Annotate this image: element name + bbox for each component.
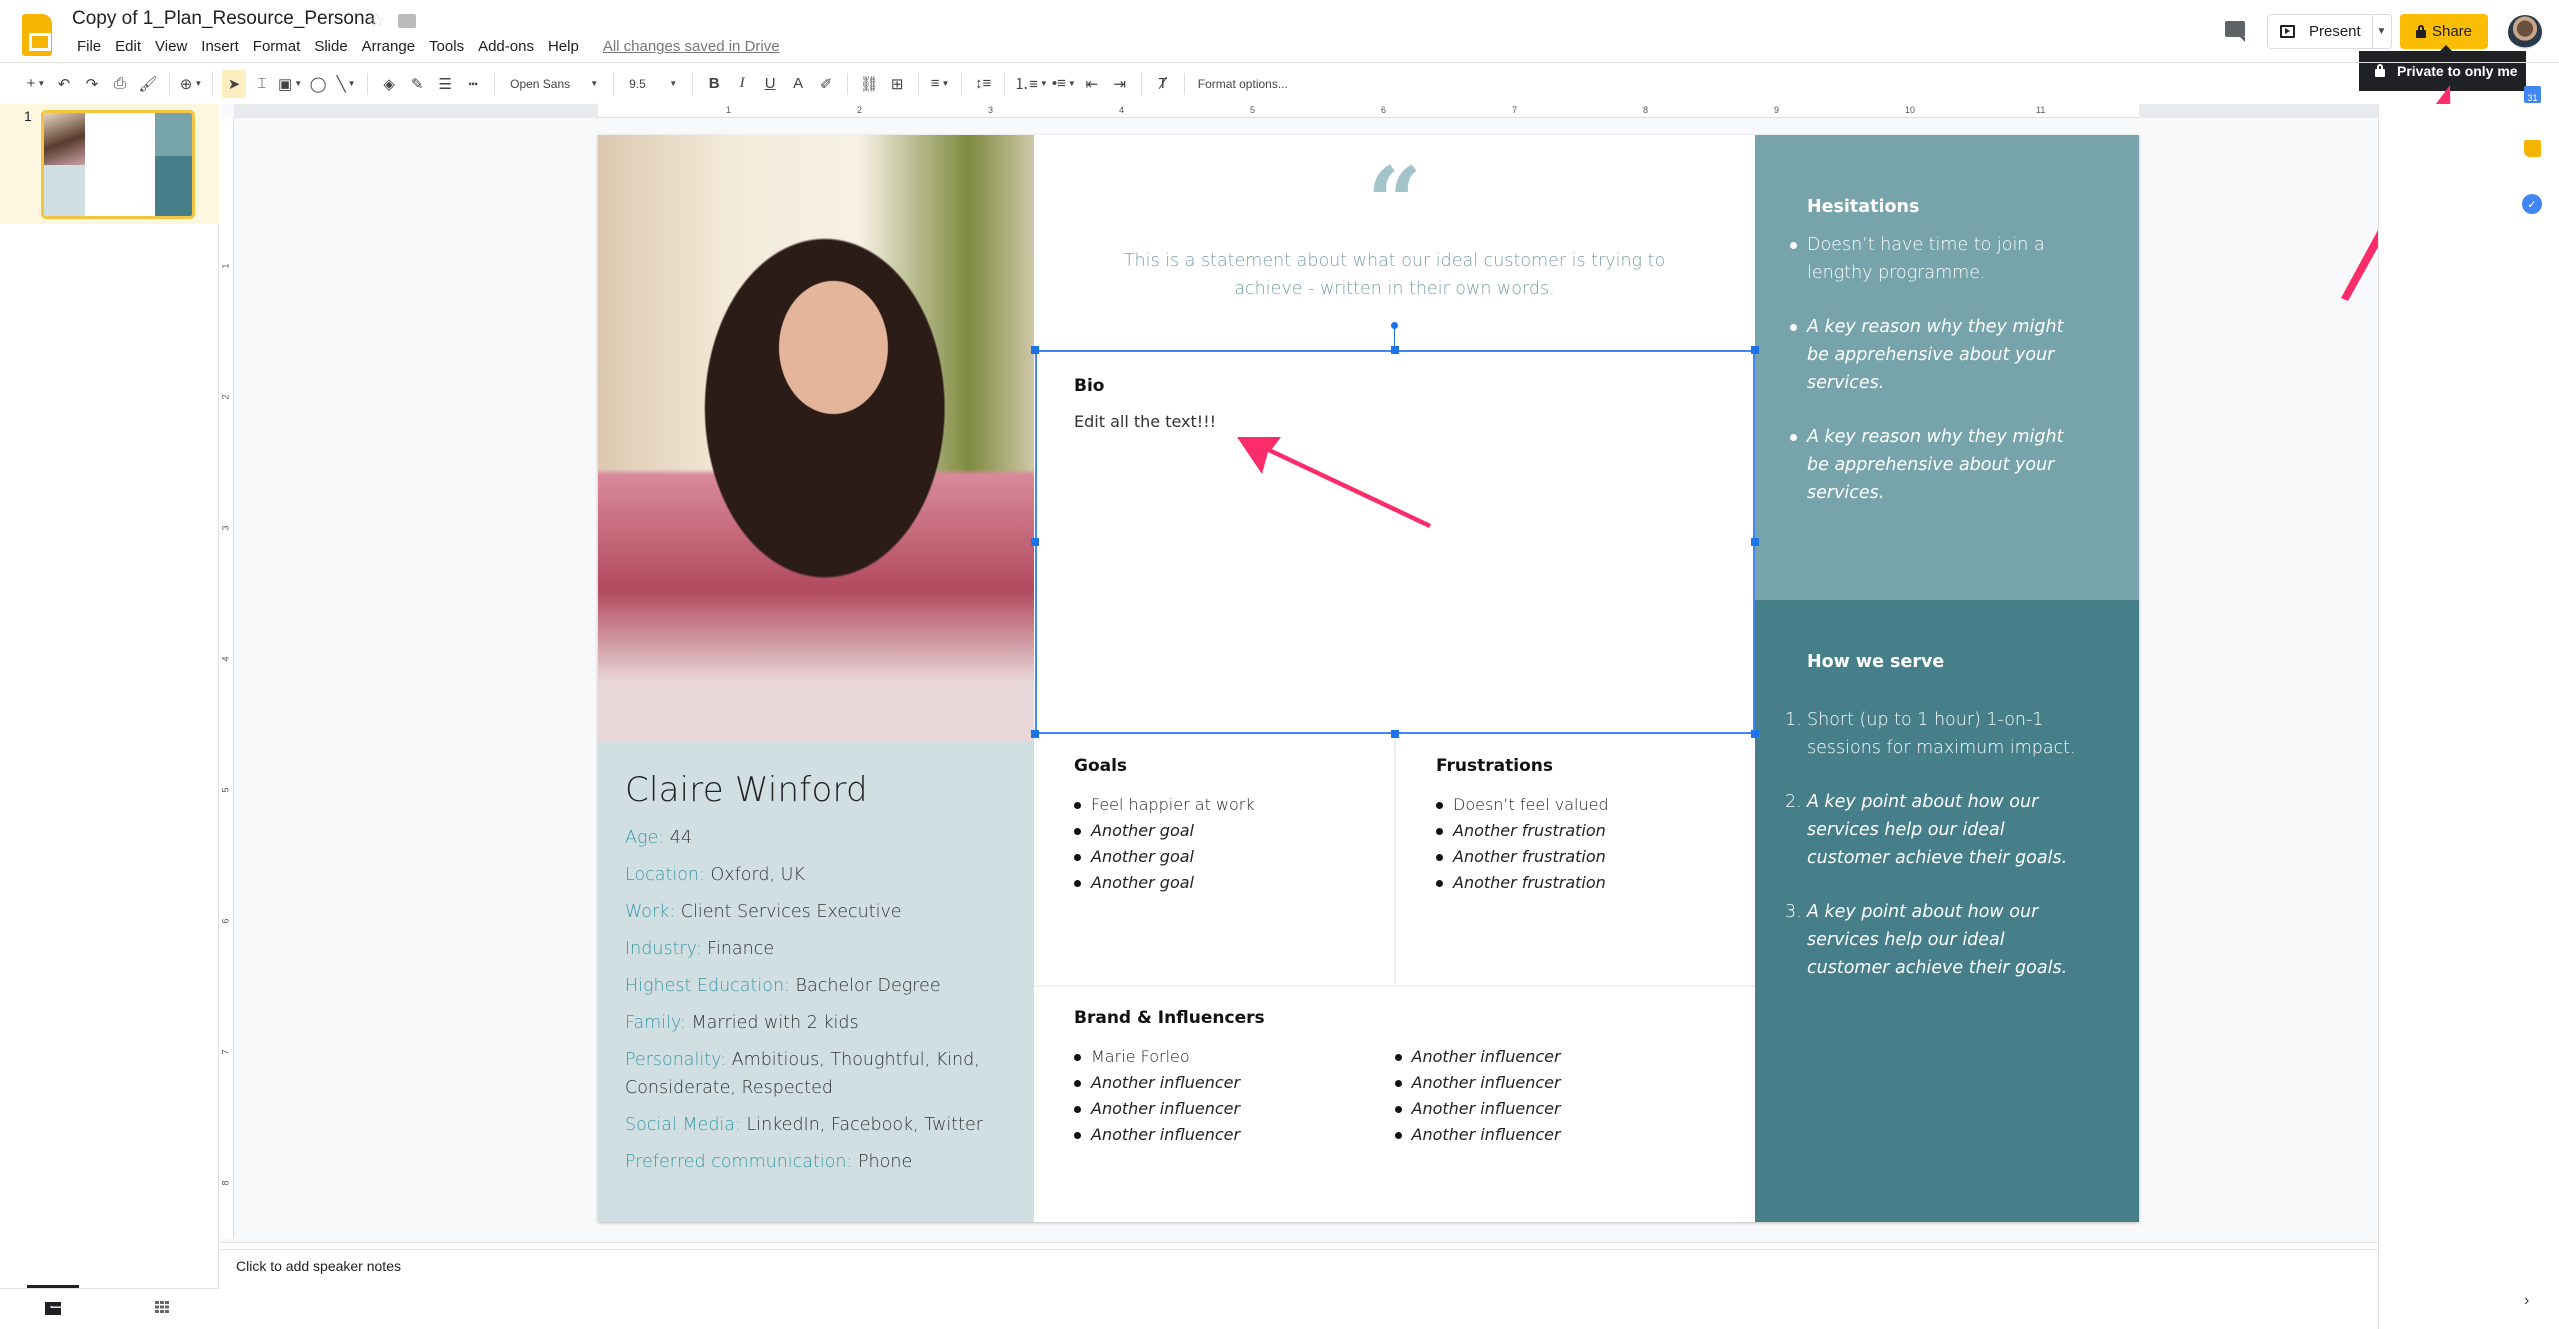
calendar-icon[interactable]: 31 (2524, 86, 2541, 103)
notes-resize-handle[interactable] (220, 1242, 2378, 1250)
annotation-arrow-bio (1237, 437, 1431, 528)
annotation-arrows (1237, 85, 2451, 528)
speaker-notes-area[interactable] (220, 1250, 2378, 1329)
side-panel (2378, 104, 2559, 1329)
tasks-icon[interactable]: ✓ (2522, 194, 2542, 214)
keep-icon[interactable] (2524, 140, 2541, 157)
expand-side-panel-icon[interactable]: › (2524, 1292, 2529, 1310)
speaker-notes-placeholder[interactable]: Click to add speaker notes (236, 1258, 401, 1274)
